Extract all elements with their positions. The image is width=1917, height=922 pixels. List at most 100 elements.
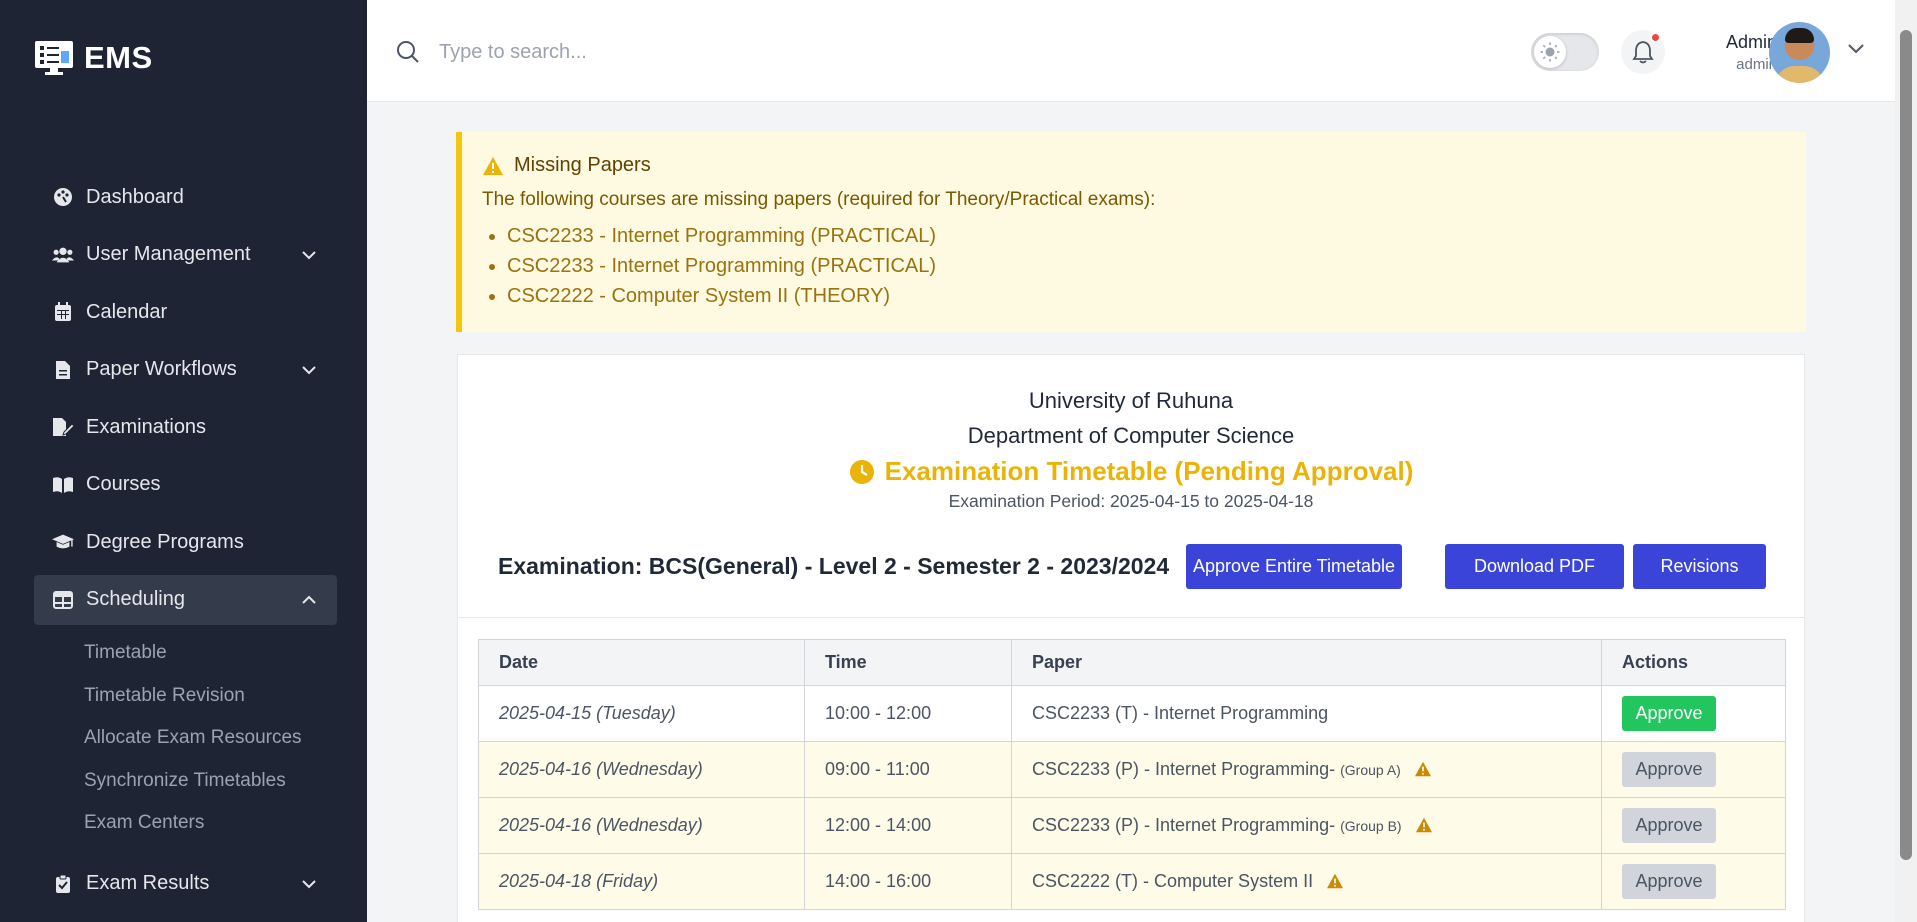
sidebar-item-exam-results[interactable]: Exam Results — [34, 859, 337, 909]
paper-name: CSC2233 (P) - Internet Programming- — [1032, 815, 1336, 835]
submenu-item-allocate-exam-resources[interactable]: Allocate Exam Resources — [84, 717, 337, 760]
sidebar: EMS Dashboard User Management Calendar P… — [0, 0, 367, 922]
table-row: 2025-04-15 (Tuesday) 10:00 - 12:00 CSC22… — [478, 685, 1786, 742]
sidebar-item-label: Paper Workflows — [86, 358, 237, 380]
chevron-down-icon[interactable] — [1847, 42, 1865, 60]
submenu-item-synchronize-timetables[interactable]: Synchronize Timetables — [84, 760, 337, 803]
submenu-item-exam-centers[interactable]: Exam Centers — [84, 802, 337, 845]
sidebar-item-label: Calendar — [86, 300, 168, 323]
page-scrollbar[interactable] — [1895, 0, 1917, 922]
table-header-row: Date Time Paper Actions — [478, 639, 1786, 686]
group-label: (Group B) — [1340, 818, 1402, 834]
cell-actions: Approve — [1601, 685, 1786, 742]
group-label: (Group A) — [1340, 762, 1401, 778]
sidebar-item-courses[interactable]: Courses — [34, 460, 337, 510]
sidebar-item-calendar[interactable]: Calendar — [34, 287, 337, 337]
download-pdf-button[interactable]: Download PDF — [1445, 544, 1624, 589]
chevron-down-icon — [299, 874, 319, 894]
alert-title: Missing Papers — [514, 154, 651, 176]
cell-paper: CSC2233 (T) - Internet Programming — [1011, 685, 1602, 742]
submenu-item-timetable[interactable]: Timetable — [84, 632, 337, 675]
user-role: admin — [1736, 56, 1777, 73]
sidebar-item-examinations[interactable]: Examinations — [34, 402, 337, 452]
cell-actions: Approve — [1601, 797, 1786, 854]
warning-icon — [1327, 873, 1344, 889]
university-name: University of Ruhuna — [1028, 388, 1234, 413]
sun-icon — [1534, 36, 1566, 68]
file-edit-icon — [52, 417, 74, 437]
column-header-date: Date — [478, 639, 805, 686]
sidebar-nav: Dashboard User Management Calendar Paper… — [34, 172, 337, 916]
submenu-item-timetable-revision[interactable]: Timetable Revision — [84, 675, 337, 718]
sidebar-item-user-management[interactable]: User Management — [34, 230, 337, 280]
alert-title-row: Missing Papers — [482, 154, 1786, 177]
sidebar-item-label: User Management — [86, 243, 251, 265]
timetable-card: University of Ruhuna Department of Compu… — [457, 354, 1805, 922]
theme-toggle[interactable] — [1531, 33, 1599, 71]
approve-entire-timetable-button[interactable]: Approve Entire Timetable — [1186, 544, 1402, 589]
warning-icon — [483, 156, 503, 175]
column-header-paper: Paper — [1011, 639, 1602, 686]
clipboard-check-icon — [52, 874, 74, 894]
sidebar-item-degree-programs[interactable]: Degree Programs — [34, 517, 337, 567]
chevron-down-icon — [299, 245, 319, 265]
palette-icon — [52, 187, 74, 207]
examination-period: Examination Period: 2025-04-15 to 2025-0… — [948, 491, 1314, 511]
missing-papers-list: CSC2233 - Internet Programming (PRACTICA… — [482, 221, 1786, 311]
sidebar-item-label: Dashboard — [86, 185, 184, 208]
book-icon — [52, 475, 74, 495]
top-header: Admin admin — [367, 0, 1895, 102]
timetable-title-text: Examination Timetable (Pending Approval) — [884, 456, 1414, 486]
paper-name: CSC2233 (T) - Internet Programming — [1032, 703, 1329, 723]
approve-button[interactable]: Approve — [1622, 696, 1716, 731]
sidebar-item-label: Exam Results — [86, 872, 210, 894]
sidebar-item-label: Courses — [86, 473, 161, 495]
search-input[interactable] — [439, 32, 939, 72]
sidebar-item-label: Examinations — [86, 415, 207, 438]
chevron-down-icon — [299, 360, 319, 380]
cell-paper: CSC2233 (P) - Internet Programming- (Gro… — [1011, 797, 1602, 854]
table-row: 2025-04-16 (Wednesday) 09:00 - 11:00 CSC… — [478, 741, 1786, 798]
warning-icon — [1415, 817, 1432, 833]
paper-name: CSC2222 (T) - Computer System II — [1032, 871, 1314, 891]
user-name: Admin — [1725, 32, 1777, 52]
cell-time: 09:00 - 11:00 — [804, 741, 1012, 798]
avatar[interactable] — [1769, 22, 1830, 83]
sidebar-item-scheduling[interactable]: Scheduling — [34, 574, 337, 625]
department-name: Department of Computer Science — [967, 423, 1295, 448]
table-row: 2025-04-16 (Wednesday) 12:00 - 14:00 CSC… — [478, 797, 1786, 854]
cell-date: 2025-04-15 (Tuesday) — [478, 685, 805, 742]
table-icon — [52, 590, 74, 610]
cell-actions: Approve — [1601, 741, 1786, 798]
sidebar-item-paper-workflows[interactable]: Paper Workflows — [34, 345, 337, 395]
cell-paper: CSC2222 (T) - Computer System II — [1011, 853, 1602, 910]
sidebar-item-label: Scheduling — [86, 588, 185, 610]
divider — [458, 617, 1804, 618]
chevron-up-icon — [299, 590, 319, 610]
bell-icon — [1632, 41, 1654, 64]
notifications-button[interactable] — [1621, 30, 1665, 74]
brand[interactable]: EMS — [34, 40, 153, 76]
monitor-checklist-icon — [35, 41, 73, 75]
users-icon — [52, 245, 74, 265]
revisions-button[interactable]: Revisions — [1633, 544, 1766, 589]
scrollbar-thumb[interactable] — [1900, 30, 1912, 860]
notification-badge — [1650, 32, 1661, 43]
file-icon — [52, 360, 74, 380]
approve-button[interactable]: Approve — [1622, 752, 1716, 787]
paper-name: CSC2233 (P) - Internet Programming- — [1032, 759, 1336, 779]
approve-button[interactable]: Approve — [1622, 864, 1716, 899]
table-row: 2025-04-18 (Friday) 14:00 - 16:00 CSC222… — [478, 853, 1786, 910]
approve-button[interactable]: Approve — [1622, 808, 1716, 843]
brand-name: EMS — [84, 40, 153, 75]
column-header-actions: Actions — [1601, 639, 1786, 686]
column-header-time: Time — [804, 639, 1012, 686]
list-item: CSC2233 - Internet Programming (PRACTICA… — [507, 221, 1786, 251]
list-item: CSC2233 - Internet Programming (PRACTICA… — [507, 251, 1786, 281]
clock-icon — [849, 459, 874, 484]
sidebar-item-dashboard[interactable]: Dashboard — [34, 172, 337, 222]
cell-actions: Approve — [1601, 853, 1786, 910]
warning-icon — [1414, 761, 1431, 777]
missing-papers-alert: Missing Papers The following courses are… — [456, 132, 1806, 332]
cell-time: 12:00 - 14:00 — [804, 797, 1012, 854]
